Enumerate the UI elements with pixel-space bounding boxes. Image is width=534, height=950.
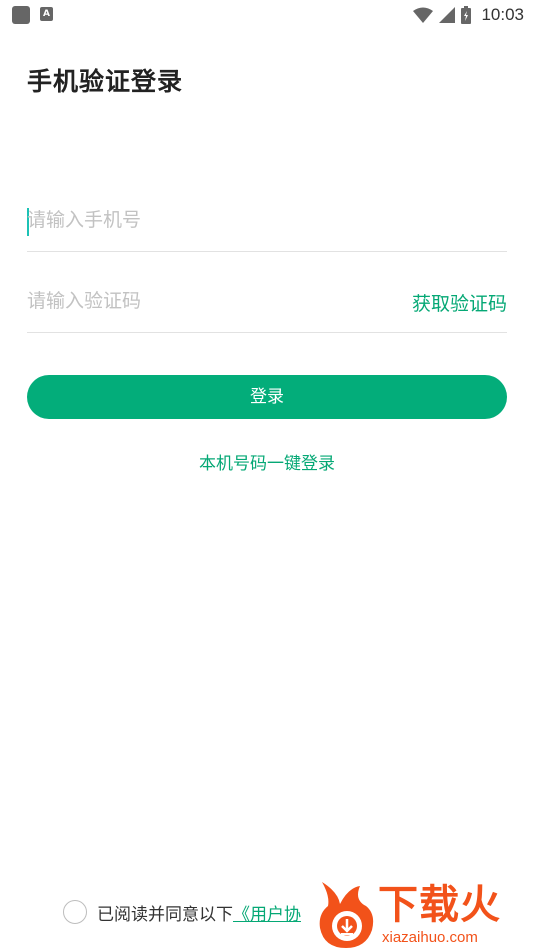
signal-icon: [439, 7, 456, 23]
watermark-url: xiazaihuo.com: [382, 929, 478, 946]
status-bar: A 10:03: [0, 0, 534, 30]
agree-checkbox[interactable]: [63, 900, 87, 924]
fire-logo-icon: [319, 882, 374, 948]
watermark-brand: 下载火: [378, 882, 501, 928]
agreement-row: 已阅读并同意以下 《用户协: [63, 899, 301, 925]
phone-field: [27, 172, 507, 252]
watermark: 下载火 xiazaihuo.com: [314, 880, 534, 950]
battery-icon: [461, 6, 472, 24]
code-field: 获取验证码: [27, 253, 507, 333]
get-code-button[interactable]: 获取验证码: [412, 289, 507, 316]
status-time: 10:03: [481, 5, 524, 24]
login-button[interactable]: 登录: [27, 375, 507, 419]
user-agreement-link[interactable]: 《用户协: [233, 900, 301, 925]
phone-input[interactable]: [27, 203, 367, 237]
page-title: 手机验证登录: [27, 67, 184, 96]
wifi-icon: [413, 7, 434, 23]
status-bar-right: 10:03: [413, 3, 524, 27]
app-square-icon: [12, 6, 30, 24]
code-input[interactable]: [27, 284, 367, 318]
one-click-login-link[interactable]: 本机号码一键登录: [0, 449, 534, 474]
agreement-text: 已阅读并同意以下: [97, 904, 233, 925]
keyboard-a-icon: A: [40, 7, 53, 21]
